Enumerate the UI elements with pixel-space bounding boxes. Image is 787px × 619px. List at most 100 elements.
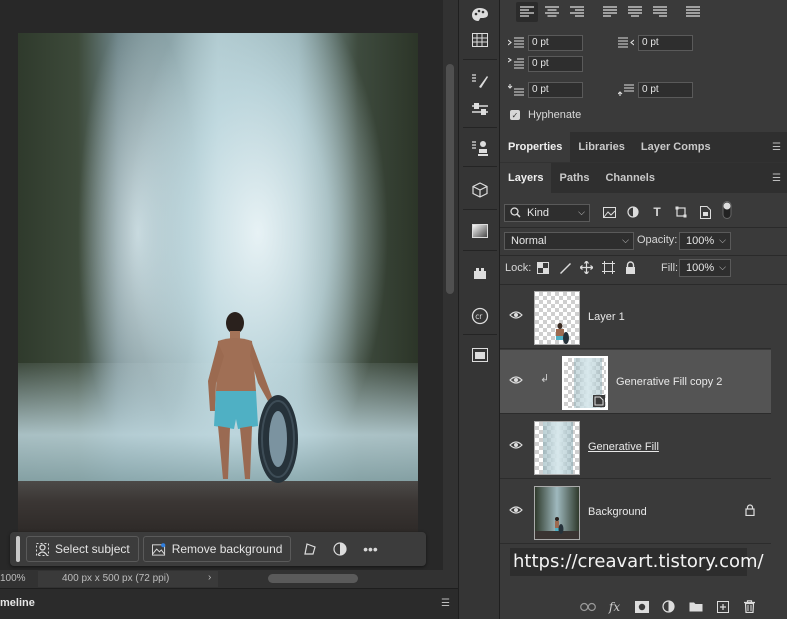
- filter-shape-icon[interactable]: [673, 204, 689, 220]
- filter-smart-object-icon[interactable]: [697, 204, 713, 220]
- lock-all-icon[interactable]: [625, 261, 636, 274]
- timeline-tab[interactable]: meline: [0, 597, 35, 609]
- space-before-input[interactable]: 0 pt: [528, 82, 583, 98]
- tab-layers[interactable]: Layers: [500, 163, 552, 193]
- eye-icon[interactable]: [509, 440, 523, 450]
- layer-row-layer-1[interactable]: Layer 1: [500, 285, 771, 349]
- grid-table-icon[interactable]: [462, 25, 498, 55]
- tab-channels[interactable]: Channels: [597, 163, 663, 193]
- align-right-icon[interactable]: [566, 2, 588, 22]
- filter-toggle-icon[interactable]: [719, 201, 735, 219]
- panel-icon-strip: cr: [458, 0, 500, 619]
- indent-right-input[interactable]: 0 pt: [638, 35, 693, 51]
- panel-menu-icon[interactable]: ☰: [772, 142, 781, 153]
- space-before-control: 0 pt: [508, 82, 583, 98]
- gradient-icon[interactable]: [462, 216, 498, 246]
- lock-image-pixels-icon[interactable]: [559, 261, 572, 274]
- clone-stamp-icon[interactable]: [462, 133, 498, 163]
- space-after-icon: [618, 84, 634, 96]
- scroll-thumb[interactable]: [446, 64, 454, 294]
- blend-mode-label: Normal: [511, 235, 547, 247]
- filter-adjustment-icon[interactable]: [625, 204, 641, 220]
- layers-scrollbar[interactable]: [772, 286, 787, 586]
- opacity-input[interactable]: 100% ⌵: [679, 232, 731, 250]
- folder-icon[interactable]: [682, 601, 709, 612]
- horizontal-scrollbar[interactable]: [268, 574, 358, 583]
- more-options-button[interactable]: •••: [355, 536, 385, 562]
- layer-thumbnail: [534, 486, 580, 540]
- justify-last-left-icon[interactable]: [599, 2, 621, 22]
- layer-row-generative-fill[interactable]: Generative Fill: [500, 415, 771, 479]
- lock-transparent-pixels-icon[interactable]: [537, 262, 549, 274]
- lock-artboard-icon[interactable]: [602, 261, 615, 274]
- separator: [463, 334, 497, 335]
- eye-icon[interactable]: [509, 375, 523, 385]
- trash-icon[interactable]: [736, 600, 763, 613]
- person-with-tube: [208, 312, 298, 483]
- panel-menu-icon[interactable]: ☰: [441, 598, 450, 609]
- taskbar-grip-handle[interactable]: [16, 536, 20, 562]
- fx-icon[interactable]: fx: [601, 600, 628, 614]
- lock-icon[interactable]: [745, 504, 755, 516]
- document-image[interactable]: [18, 33, 418, 532]
- vertical-scrollbar[interactable]: [443, 0, 458, 588]
- eye-icon[interactable]: [509, 505, 523, 515]
- select-subject-button[interactable]: Select subject: [26, 536, 139, 562]
- panel-menu-icon[interactable]: ☰: [772, 173, 781, 184]
- select-subject-label: Select subject: [55, 542, 130, 556]
- justify-last-right-icon[interactable]: [649, 2, 671, 22]
- lock-position-icon[interactable]: [580, 261, 593, 274]
- slider-adjust-icon[interactable]: [462, 94, 498, 124]
- tool-presets-icon[interactable]: [462, 258, 498, 288]
- new-layer-icon[interactable]: [709, 600, 736, 613]
- adjustment-icon[interactable]: [655, 600, 682, 613]
- clipping-arrow-icon: ↲: [540, 373, 550, 385]
- watermark-url: https://creavart.tistory.com/: [510, 548, 764, 576]
- tab-layer-comps[interactable]: Layer Comps: [633, 132, 719, 162]
- tab-libraries[interactable]: Libraries: [570, 132, 632, 162]
- filter-kind-dropdown[interactable]: Kind ⌵: [504, 204, 590, 222]
- align-left-icon[interactable]: [516, 2, 538, 22]
- filter-type-icon[interactable]: T: [649, 204, 665, 220]
- adjustment-circle-icon[interactable]: [325, 536, 355, 562]
- space-after-input[interactable]: 0 pt: [638, 82, 693, 98]
- contextual-task-bar: Select subject Remove background •••: [10, 532, 426, 566]
- transform-icon[interactable]: [295, 536, 325, 562]
- mask-icon[interactable]: [628, 600, 655, 613]
- 3d-cube-icon[interactable]: [462, 175, 498, 205]
- canvas-area[interactable]: Select subject Remove background •••: [0, 0, 443, 570]
- chevron-down-icon: ⌵: [719, 262, 726, 272]
- justify-all-icon[interactable]: [682, 2, 704, 22]
- indent-left-input[interactable]: 0 pt: [528, 35, 583, 51]
- justify-last-center-icon[interactable]: [624, 2, 646, 22]
- align-center-icon[interactable]: [541, 2, 563, 22]
- space-after-control: 0 pt: [618, 82, 693, 98]
- chevron-down-icon: ⌵: [578, 207, 585, 217]
- fill-input[interactable]: 100% ⌵: [679, 259, 731, 277]
- photoshop-window: Select subject Remove background ••• 100…: [0, 0, 787, 619]
- layer-row-background[interactable]: Background: [500, 480, 771, 544]
- eye-icon[interactable]: [509, 310, 523, 320]
- layer-name: Generative Fill: [588, 441, 659, 453]
- tab-properties[interactable]: Properties: [500, 132, 571, 162]
- separator: [500, 227, 787, 228]
- zoom-level[interactable]: 100%: [0, 573, 26, 584]
- layer-row-generative-fill-copy-2[interactable]: ↲ Generative Fill copy 2: [500, 350, 771, 414]
- brush-settings-icon[interactable]: [462, 66, 498, 96]
- chevron-down-icon: ⌵: [719, 235, 726, 245]
- filter-pixel-icon[interactable]: [601, 204, 617, 220]
- remove-background-button[interactable]: Remove background: [142, 536, 292, 562]
- layer-thumbnail: [534, 291, 580, 345]
- indent-first-line-input[interactable]: 0 pt: [528, 56, 583, 72]
- layer-name: Generative Fill copy 2: [616, 376, 723, 388]
- separator: [463, 59, 497, 60]
- camera-raw-icon[interactable]: cr: [462, 301, 498, 331]
- hyphenate-checkbox[interactable]: ✓ Hyphenate: [510, 109, 581, 121]
- opacity-value: 100%: [686, 235, 715, 247]
- opacity-label: Opacity:: [637, 234, 678, 246]
- image-panel-icon[interactable]: [462, 340, 498, 370]
- doc-info-arrow[interactable]: ›: [208, 572, 211, 583]
- blend-mode-dropdown[interactable]: Normal ⌵: [504, 232, 634, 250]
- tab-paths[interactable]: Paths: [551, 163, 597, 193]
- chain-link-icon[interactable]: [574, 602, 601, 612]
